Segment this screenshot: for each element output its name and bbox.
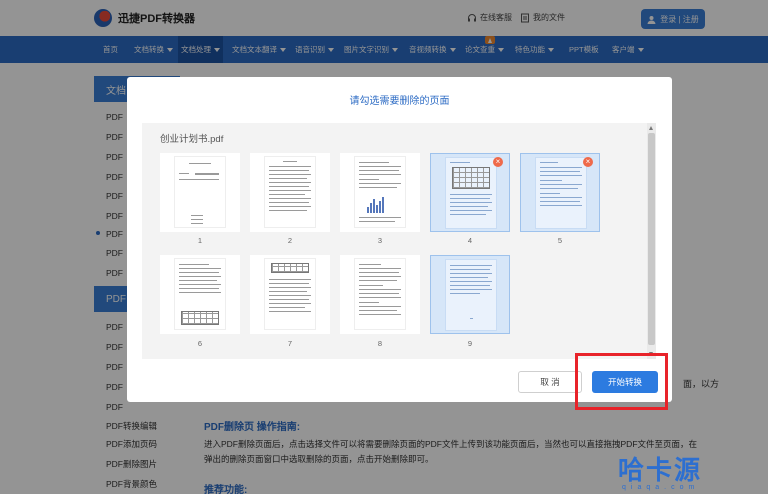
scroll-thumb[interactable] bbox=[648, 133, 655, 345]
page-thumbnail-2[interactable] bbox=[250, 153, 330, 232]
dialog-title: 请勾选需要删除的页面 bbox=[349, 96, 450, 107]
watermark-url: qiaqa.com bbox=[622, 484, 700, 491]
page-thumbnail-8[interactable] bbox=[340, 255, 420, 334]
page-thumbnail-7[interactable] bbox=[250, 255, 330, 334]
page-preview bbox=[445, 259, 497, 331]
vertical-scrollbar[interactable] bbox=[647, 123, 656, 359]
page-number: 9 bbox=[467, 339, 473, 348]
page-thumbnail-1[interactable] bbox=[160, 153, 240, 232]
page-number: 1 bbox=[197, 236, 203, 245]
cancel-button[interactable]: 取 消 bbox=[518, 371, 582, 393]
remove-mark-icon[interactable]: × bbox=[493, 157, 503, 167]
remove-mark-icon[interactable]: × bbox=[583, 157, 593, 167]
file-name: 创业计划书.pdf bbox=[160, 134, 224, 145]
scroll-up-icon[interactable] bbox=[649, 126, 653, 130]
watermark-logo: 哈卡源 bbox=[618, 456, 703, 486]
page-thumbnail-3[interactable] bbox=[340, 153, 420, 232]
page-thumbnail-6[interactable] bbox=[160, 255, 240, 334]
pages-panel: 创业计划书.pdf × × 1 2 3 4 5 6 7 8 9 bbox=[142, 123, 656, 359]
site-watermark: 哈卡源 qiaqa.com bbox=[618, 450, 768, 494]
page-preview bbox=[445, 157, 497, 229]
page-preview bbox=[264, 156, 316, 228]
page-number: 2 bbox=[287, 236, 293, 245]
page-preview bbox=[174, 156, 226, 228]
page-thumbnail-4[interactable]: × bbox=[430, 153, 510, 232]
highlight-box bbox=[575, 353, 668, 410]
page-preview bbox=[354, 258, 406, 330]
page-thumbnail-5[interactable]: × bbox=[520, 153, 600, 232]
page-thumbnail-9[interactable] bbox=[430, 255, 510, 334]
page-preview bbox=[354, 156, 406, 228]
page-number: 4 bbox=[467, 236, 473, 245]
page-number: 3 bbox=[377, 236, 383, 245]
page-number: 5 bbox=[557, 236, 563, 245]
page-number: 7 bbox=[287, 339, 293, 348]
page-preview bbox=[264, 258, 316, 330]
page-number: 8 bbox=[377, 339, 383, 348]
page-number: 6 bbox=[197, 339, 203, 348]
page-preview bbox=[535, 157, 587, 229]
page-preview bbox=[174, 258, 226, 330]
